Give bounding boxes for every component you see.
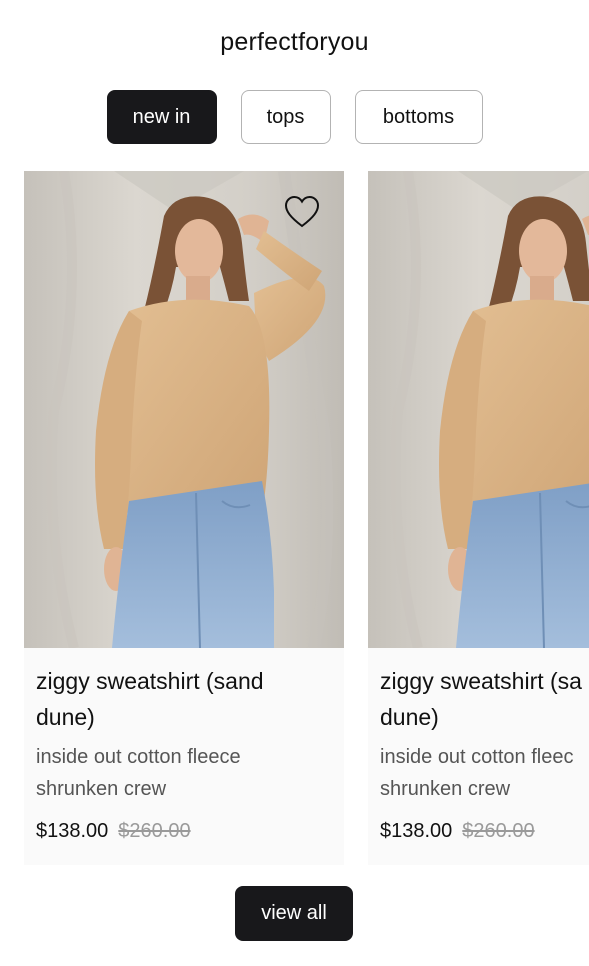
heart-outline-icon[interactable] <box>284 195 320 229</box>
product-description-line-1: inside out cotton fleec <box>380 746 574 768</box>
product-description: inside out cotton fleec shrunken crew <box>380 741 589 805</box>
product-image[interactable] <box>24 171 344 648</box>
tab-tops[interactable]: tops <box>240 90 331 144</box>
tab-bottoms[interactable]: bottoms <box>354 90 483 144</box>
brand-logo[interactable]: perfectforyou <box>0 28 589 57</box>
product-photo <box>24 171 344 648</box>
product-carousel[interactable]: ziggy sweatshirt (sand dune) inside out … <box>24 171 589 865</box>
product-name-line-2: dune) <box>380 704 439 730</box>
category-tabs: new in tops bottoms <box>0 90 589 144</box>
product-description-line-1: inside out cotton fleece <box>36 746 241 768</box>
compare-at-price: $260.00 <box>462 820 535 842</box>
product-photo <box>368 171 589 648</box>
product-prices: $138.00 $260.00 <box>36 820 332 843</box>
sale-price: $138.00 <box>36 820 109 842</box>
tab-new-in[interactable]: new in <box>106 90 217 144</box>
sale-price: $138.00 <box>380 820 453 842</box>
product-name-line-2: dune) <box>36 704 95 730</box>
product-name[interactable]: ziggy sweatshirt (sa dune) <box>380 663 589 735</box>
product-description: inside out cotton fleece shrunken crew <box>36 741 332 805</box>
product-description-line-2: shrunken crew <box>380 778 511 800</box>
compare-at-price: $260.00 <box>118 820 191 842</box>
product-card[interactable]: ziggy sweatshirt (sa dune) inside out co… <box>368 171 589 865</box>
product-name-line-1: ziggy sweatshirt (sand <box>36 668 264 694</box>
product-name-line-1: ziggy sweatshirt (sa <box>380 668 582 694</box>
product-name[interactable]: ziggy sweatshirt (sand dune) <box>36 663 332 735</box>
product-image[interactable] <box>368 171 589 648</box>
product-prices: $138.00 $260.00 <box>380 820 589 843</box>
view-all-button[interactable]: view all <box>235 886 353 941</box>
product-card[interactable]: ziggy sweatshirt (sand dune) inside out … <box>24 171 344 865</box>
product-description-line-2: shrunken crew <box>36 778 167 800</box>
